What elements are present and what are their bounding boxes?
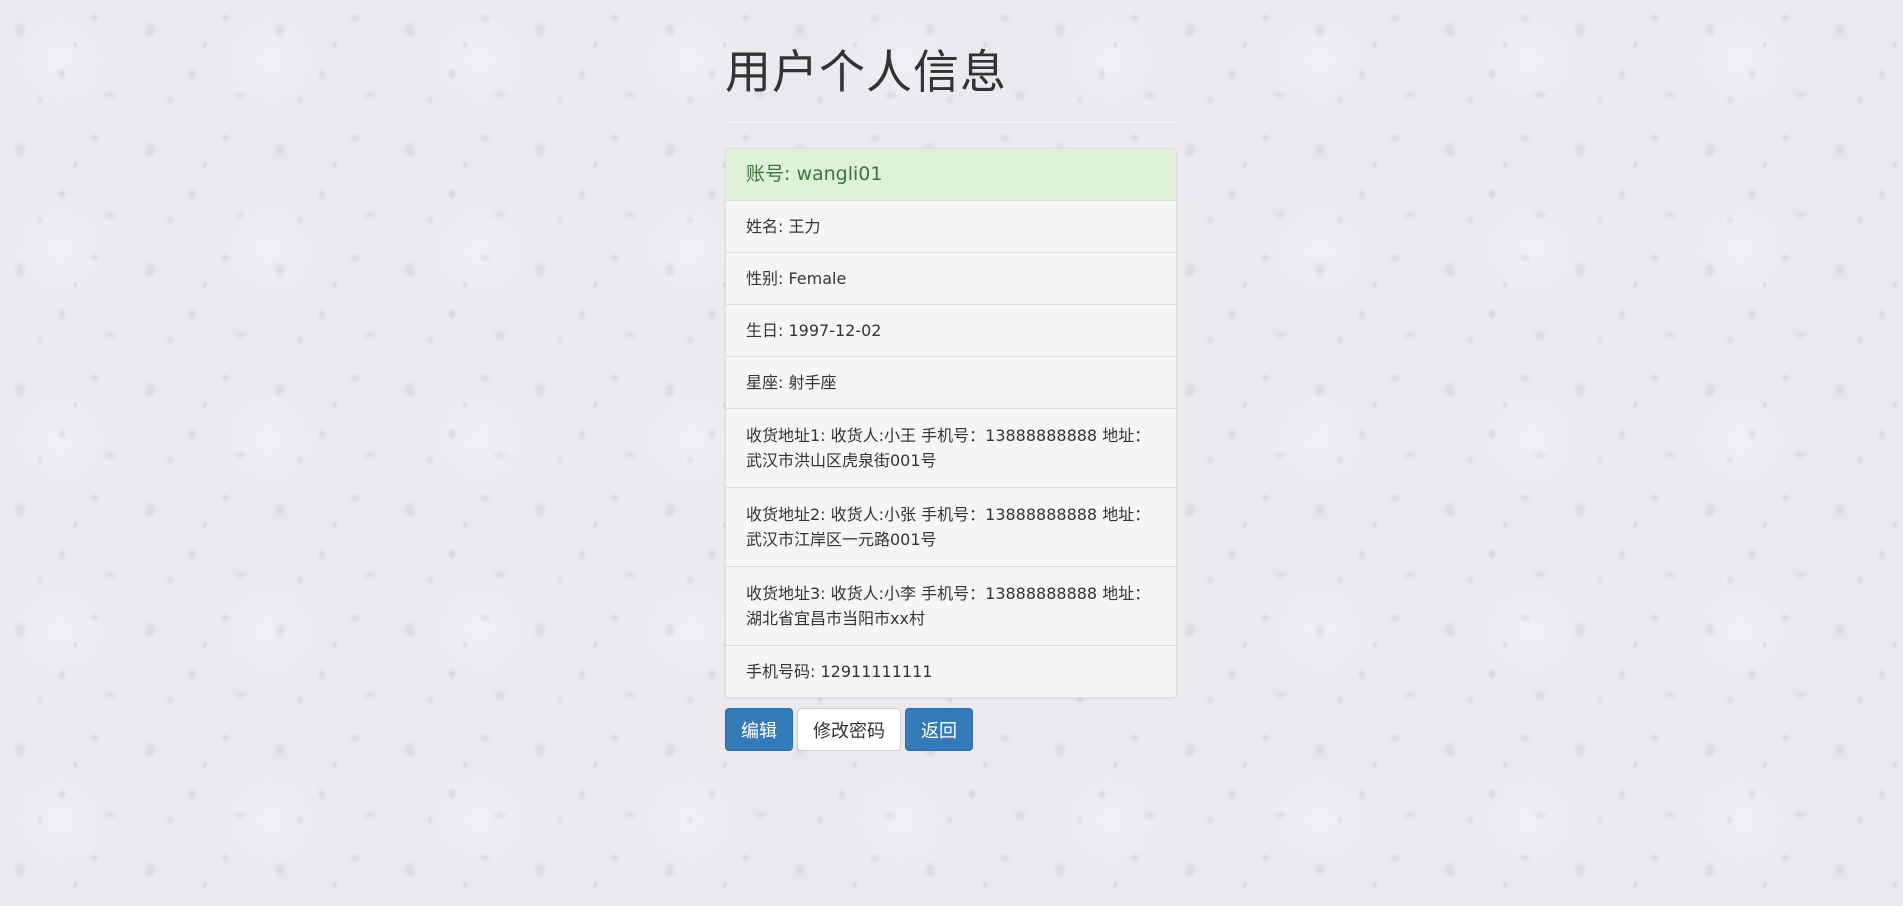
info-item-account: 账号: wangli01 — [726, 149, 1176, 200]
page-title: 用户个人信息 — [725, 45, 1007, 99]
info-item-name: 姓名: 王力 — [726, 200, 1176, 252]
info-item-gender: 性别: Female — [726, 252, 1176, 304]
page-header: 用户个人信息 — [725, 40, 1175, 123]
info-item-address-1: 收货地址1: 收货人:小王 手机号：13888888888 地址：武汉市洪山区虎… — [726, 408, 1176, 487]
info-item-birthday: 生日: 1997-12-02 — [726, 304, 1176, 356]
change-password-button[interactable]: 修改密码 — [797, 708, 901, 751]
action-buttons: 编辑 修改密码 返回 — [725, 708, 973, 752]
edit-button[interactable]: 编辑 — [725, 708, 793, 751]
info-item-address-3: 收货地址3: 收货人:小李 手机号：13888888888 地址：湖北省宜昌市当… — [726, 566, 1176, 645]
info-item-address-2: 收货地址2: 收货人:小张 手机号：13888888888 地址：武汉市江岸区一… — [726, 487, 1176, 566]
back-button[interactable]: 返回 — [905, 708, 973, 751]
user-info-list: 账号: wangli01 姓名: 王力 性别: Female 生日: 1997-… — [725, 148, 1177, 698]
info-item-zodiac: 星座: 射手座 — [726, 356, 1176, 408]
info-item-phone: 手机号码: 12911111111 — [726, 645, 1176, 697]
